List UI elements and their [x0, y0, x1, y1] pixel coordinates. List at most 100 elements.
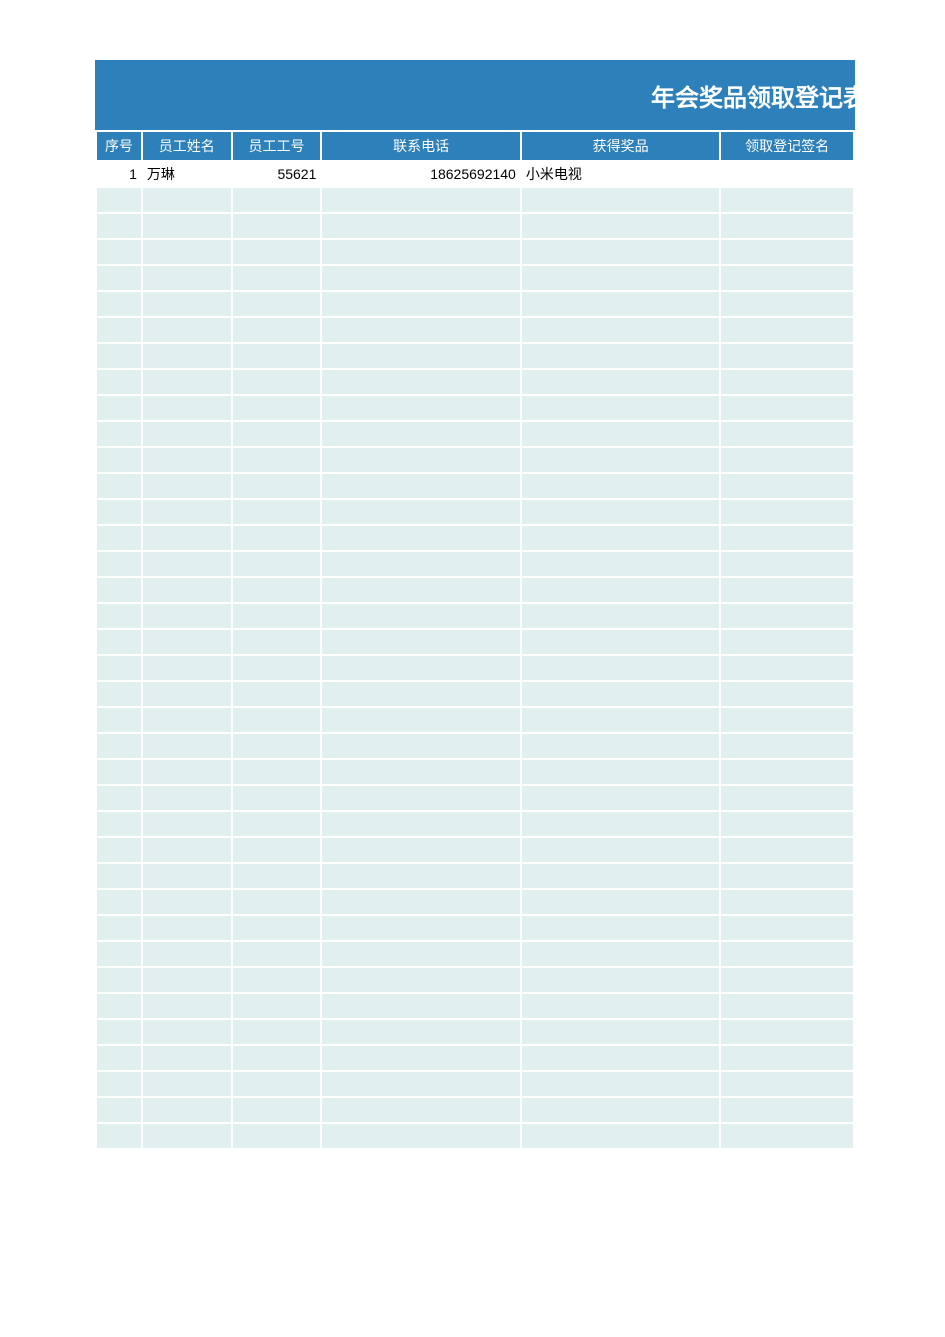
cell-empty	[97, 396, 141, 420]
table-row	[97, 344, 853, 368]
cell-empty	[522, 370, 719, 394]
cell-empty	[97, 188, 141, 212]
table-row	[97, 214, 853, 238]
cell-empty	[522, 266, 719, 290]
cell-empty	[721, 214, 853, 238]
cell-empty	[721, 682, 853, 706]
cell-empty	[97, 526, 141, 550]
table-row	[97, 500, 853, 524]
cell-empty	[97, 552, 141, 576]
table-row	[97, 1046, 853, 1070]
cell-sign	[721, 162, 853, 186]
cell-empty	[233, 994, 321, 1018]
cell-empty	[97, 734, 141, 758]
cell-empty	[721, 422, 853, 446]
cell-empty	[233, 1072, 321, 1096]
cell-empty	[322, 604, 519, 628]
cell-empty	[721, 344, 853, 368]
cell-empty	[97, 214, 141, 238]
table-row	[97, 266, 853, 290]
cell-empty	[322, 838, 519, 862]
table-row	[97, 942, 853, 966]
cell-empty	[721, 890, 853, 914]
cell-empty	[143, 396, 231, 420]
cell-empty	[233, 890, 321, 914]
table-row	[97, 968, 853, 992]
table-row	[97, 890, 853, 914]
cell-empty	[233, 916, 321, 940]
cell-empty	[97, 994, 141, 1018]
cell-empty	[97, 604, 141, 628]
cell-empty	[522, 1046, 719, 1070]
cell-empty	[721, 578, 853, 602]
cell-empty	[97, 474, 141, 498]
cell-empty	[522, 942, 719, 966]
cell-empty	[97, 500, 141, 524]
cell-empty	[721, 734, 853, 758]
cell-empty	[233, 474, 321, 498]
cell-empty	[522, 448, 719, 472]
cell-empty	[233, 422, 321, 446]
cell-empty	[522, 292, 719, 316]
cell-empty	[721, 292, 853, 316]
cell-empty	[721, 838, 853, 862]
cell-empty	[522, 916, 719, 940]
cell-empty	[322, 994, 519, 1018]
cell-empty	[233, 370, 321, 394]
cell-empty	[522, 318, 719, 342]
cell-empty	[721, 994, 853, 1018]
cell-empty	[233, 1124, 321, 1148]
cell-empty	[233, 838, 321, 862]
table-row	[97, 994, 853, 1018]
cell-empty	[721, 604, 853, 628]
table-row	[97, 552, 853, 576]
table-row	[97, 786, 853, 810]
cell-empty	[143, 734, 231, 758]
cell-empty	[522, 552, 719, 576]
prize-registration-sheet: 年会奖品领取登记表 序号 员工姓名 员工工号 联系电话 获得奖品 领取登记签名 …	[95, 60, 855, 1150]
cell-empty	[522, 1072, 719, 1096]
cell-empty	[97, 318, 141, 342]
cell-empty	[721, 942, 853, 966]
cell-empty	[143, 890, 231, 914]
cell-empty	[97, 1124, 141, 1148]
cell-empty	[233, 578, 321, 602]
cell-empty	[322, 396, 519, 420]
cell-empty	[233, 1020, 321, 1044]
cell-empty	[322, 760, 519, 784]
cell-empty	[721, 396, 853, 420]
table-row	[97, 1020, 853, 1044]
cell-empty	[143, 812, 231, 836]
cell-empty	[97, 1046, 141, 1070]
cell-empty	[97, 1020, 141, 1044]
cell-empty	[97, 578, 141, 602]
table-row	[97, 448, 853, 472]
cell-empty	[721, 968, 853, 992]
cell-name: 万琳	[143, 162, 231, 186]
cell-empty	[522, 994, 719, 1018]
cell-empty	[721, 370, 853, 394]
cell-empty	[721, 916, 853, 940]
table-row	[97, 812, 853, 836]
cell-empty	[97, 942, 141, 966]
cell-empty	[322, 214, 519, 238]
table-row: 1万琳5562118625692140小米电视	[97, 162, 853, 186]
cell-empty	[233, 656, 321, 680]
cell-empty	[233, 214, 321, 238]
table-row	[97, 864, 853, 888]
cell-empty	[721, 500, 853, 524]
cell-empty	[233, 760, 321, 784]
cell-empty	[97, 760, 141, 784]
cell-empty	[322, 734, 519, 758]
table-row	[97, 1124, 853, 1148]
cell-empty	[143, 188, 231, 212]
cell-empty	[97, 864, 141, 888]
cell-empty	[522, 708, 719, 732]
col-header-seq: 序号	[97, 132, 141, 160]
table-row	[97, 916, 853, 940]
cell-empty	[233, 734, 321, 758]
cell-empty	[522, 396, 719, 420]
cell-empty	[522, 578, 719, 602]
cell-empty	[97, 266, 141, 290]
cell-empty	[143, 526, 231, 550]
